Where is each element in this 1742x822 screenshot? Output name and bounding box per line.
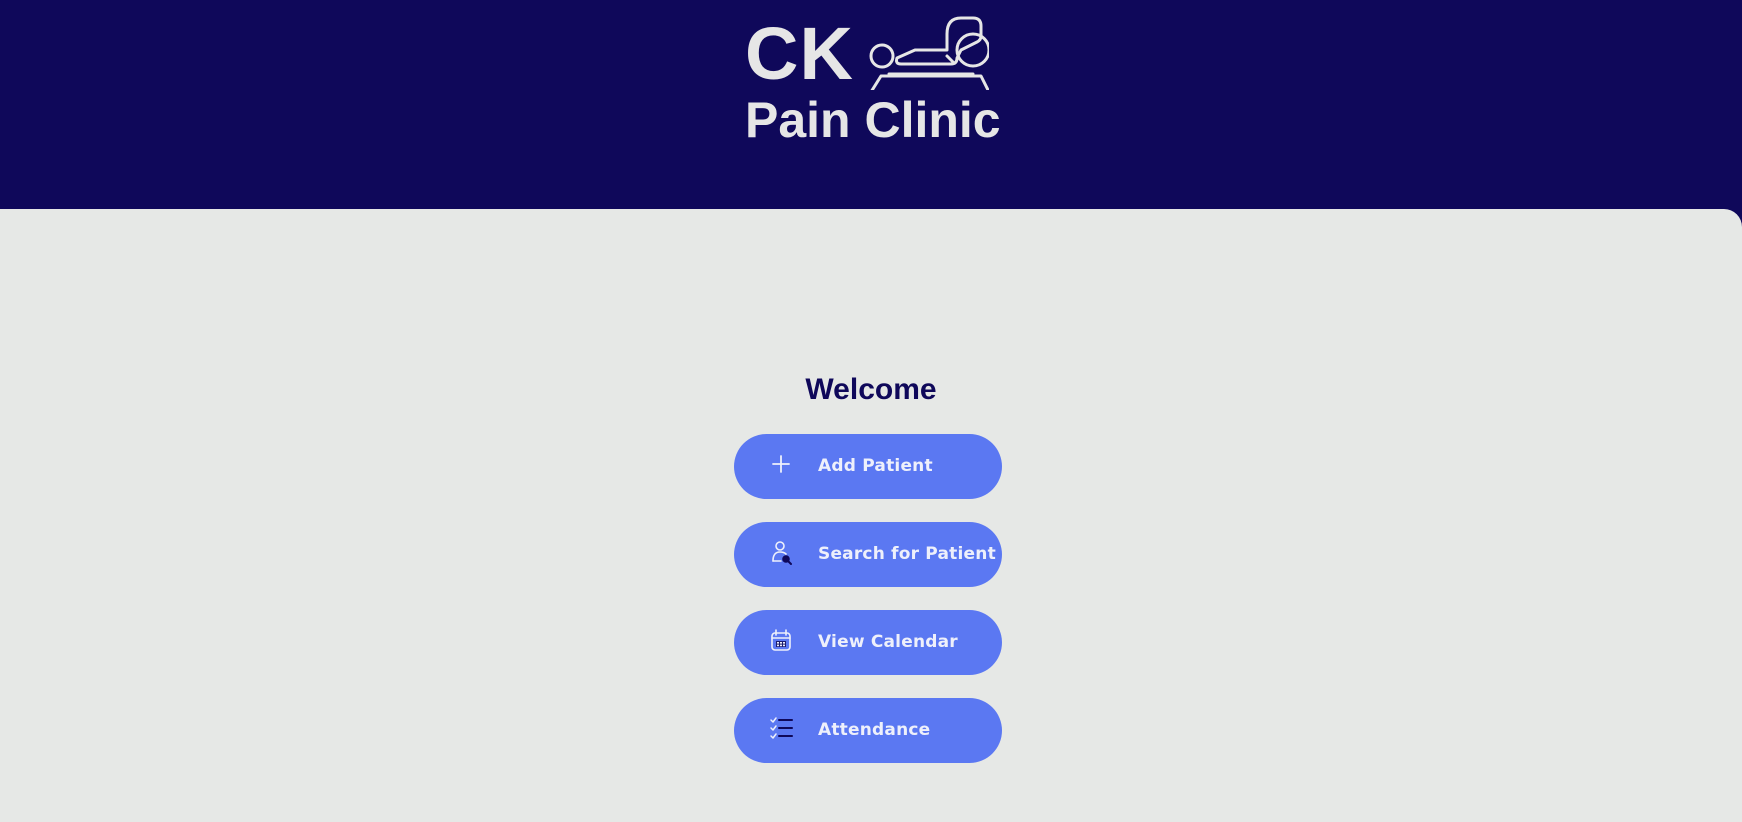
- calendar-icon: [771, 629, 791, 651]
- search-patient-label: Search for Patient: [818, 544, 996, 564]
- search-user-icon: [772, 541, 792, 565]
- add-patient-button[interactable]: Add Patient: [734, 434, 1002, 499]
- attendance-label: Attendance: [818, 720, 931, 740]
- plus-icon: [772, 455, 790, 473]
- welcome-heading: Welcome: [805, 373, 937, 406]
- patient-on-table-icon: [869, 16, 989, 90]
- clinic-logo: CK Pain Clinic: [745, 12, 1001, 149]
- logo-subtitle: Pain Clinic: [745, 92, 1001, 148]
- checklist-icon: [770, 717, 793, 739]
- main-content: Welcome Add Patient Search for Patient V…: [0, 209, 1742, 822]
- attendance-button[interactable]: Attendance: [734, 698, 1002, 763]
- view-calendar-label: View Calendar: [818, 632, 958, 652]
- add-patient-label: Add Patient: [818, 456, 933, 476]
- logo-initials: CK: [745, 12, 854, 95]
- search-patient-button[interactable]: Search for Patient: [734, 522, 1002, 587]
- view-calendar-button[interactable]: View Calendar: [734, 610, 1002, 675]
- header-bar: CK Pain Clinic: [0, 0, 1742, 210]
